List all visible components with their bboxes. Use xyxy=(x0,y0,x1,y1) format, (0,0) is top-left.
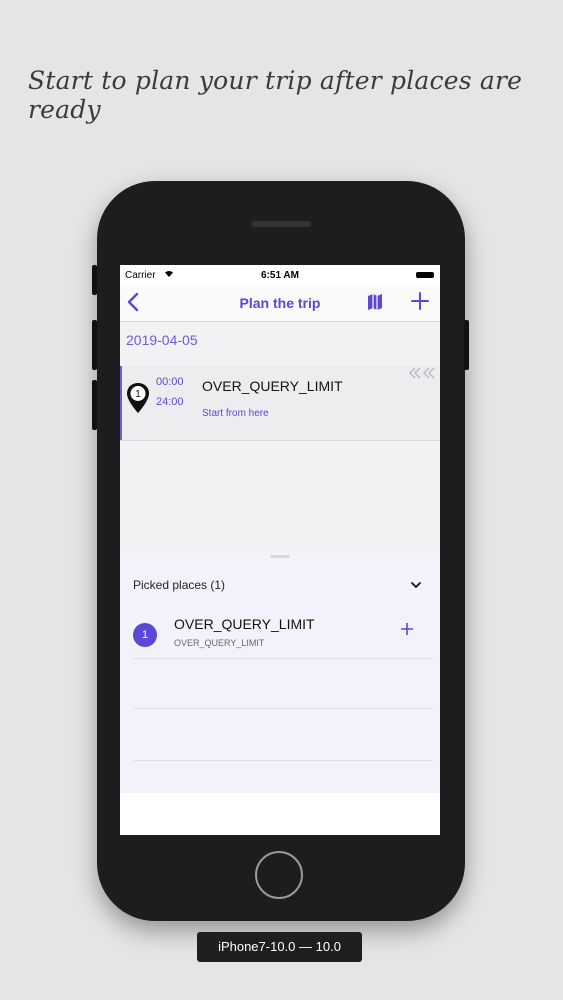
plan-item-subtitle: Start from here xyxy=(202,408,269,419)
drag-handle[interactable] xyxy=(270,555,290,558)
start-time: 00:00 xyxy=(156,376,184,388)
device-label: iPhone7-10.0 — 10.0 xyxy=(197,932,362,962)
trip-plan-area: 2019-04-05 1 00:00 24:00 OVER_QUERY_LIMI… xyxy=(120,322,440,550)
list-divider xyxy=(133,708,433,709)
battery-icon xyxy=(416,272,434,278)
location-pin-icon: 1 xyxy=(126,382,150,419)
page-title: Plan the trip xyxy=(239,295,321,311)
picked-places-header: Picked places (1) xyxy=(133,578,226,592)
place-subtitle: OVER_QUERY_LIMIT xyxy=(174,638,265,648)
list-item[interactable]: 1 OVER_QUERY_LIMIT OVER_QUERY_LIMIT xyxy=(133,610,433,659)
add-place-icon[interactable] xyxy=(400,622,414,641)
status-bar: Carrier 6:51 AM xyxy=(120,265,440,285)
plan-item-title: OVER_QUERY_LIMIT xyxy=(202,378,343,394)
selection-bar xyxy=(120,366,122,440)
plan-date: 2019-04-05 xyxy=(126,332,198,348)
picked-places-sheet: Picked places (1) 1 OVER_QUERY_LIMIT OVE… xyxy=(120,550,440,835)
power-button xyxy=(464,320,469,370)
phone-screen: Carrier 6:51 AM Plan the trip 2019-04-05 xyxy=(120,265,440,835)
place-title: OVER_QUERY_LIMIT xyxy=(174,616,315,632)
plan-item-row[interactable]: 1 00:00 24:00 OVER_QUERY_LIMIT Start fro… xyxy=(120,366,440,441)
home-button[interactable] xyxy=(255,851,303,899)
speaker-grille xyxy=(251,221,311,227)
map-icon[interactable] xyxy=(366,293,384,316)
bottom-strip xyxy=(120,793,440,835)
pin-number: 1 xyxy=(135,389,141,400)
double-chevron-left-icon[interactable] xyxy=(408,366,436,385)
volume-up-button xyxy=(92,320,97,370)
plus-icon[interactable] xyxy=(410,291,430,316)
chevron-down-icon[interactable] xyxy=(410,577,422,595)
navigation-bar: Plan the trip xyxy=(120,285,440,322)
volume-down-button xyxy=(92,380,97,430)
list-divider xyxy=(133,760,433,761)
mute-switch xyxy=(92,265,97,295)
headline-caption: Start to plan your trip after places are… xyxy=(28,66,523,124)
place-number-badge: 1 xyxy=(133,623,157,647)
status-time: 6:51 AM xyxy=(261,270,299,281)
end-time: 24:00 xyxy=(156,396,184,408)
